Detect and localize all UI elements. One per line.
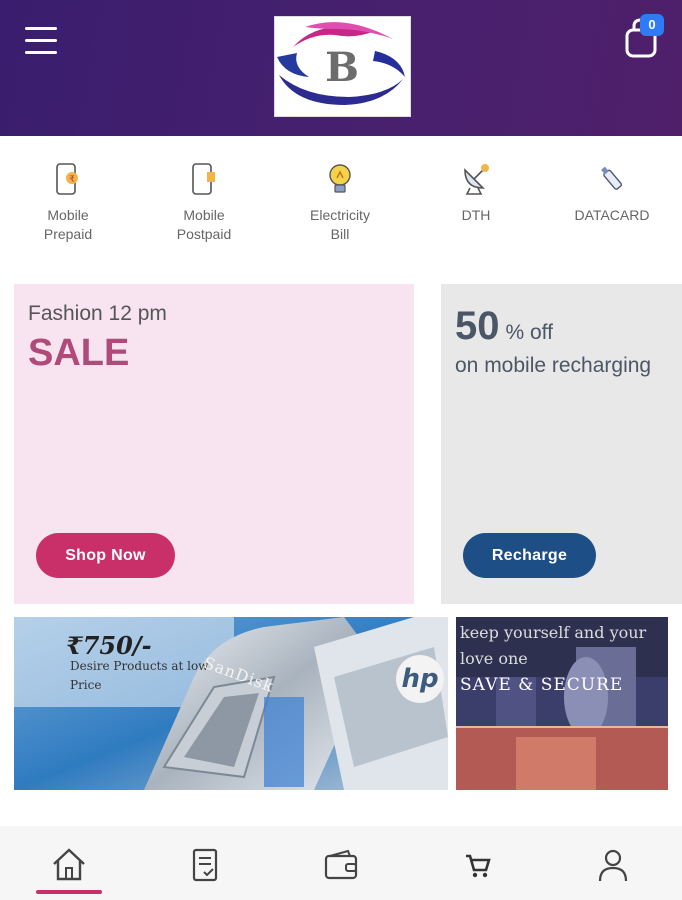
usb-datacard-icon [601, 166, 623, 190]
service-mobile-postpaid[interactable]: Mobile Postpaid [136, 150, 272, 260]
svg-text:B: B [325, 44, 359, 91]
sale-subtitle: Fashion 12 pm [28, 302, 167, 325]
recharge-button[interactable]: Recharge [463, 533, 596, 578]
service-electricity-bill[interactable]: Electricity Bill [272, 150, 408, 260]
lightbulb-icon [329, 164, 351, 193]
banner-price: ₹750/- [66, 631, 152, 660]
service-label: Electricity Bill [310, 207, 370, 242]
banner-line-3: SAVE & SECURE [460, 675, 624, 695]
hamburger-menu-icon[interactable] [25, 27, 57, 55]
satellite-dish-icon [464, 164, 489, 195]
app-header: B 0 [0, 0, 682, 136]
service-label: Mobile Postpaid [176, 207, 232, 242]
wallet-icon [324, 849, 358, 880]
sale-promo-card[interactable]: Fashion 12 pm SALE Shop Now [14, 284, 414, 604]
active-tab-indicator [36, 890, 102, 894]
usb-product-banner[interactable]: ₹750/- Desire Products at low Price SanD… [14, 617, 448, 790]
service-dth[interactable]: DTH [408, 150, 544, 260]
discount-unit: % off [505, 321, 553, 344]
mobile-postpaid-icon [192, 163, 215, 195]
cart-button[interactable]: 0 [622, 14, 670, 62]
svg-text:₹: ₹ [69, 174, 75, 184]
bottom-navigation [0, 826, 682, 900]
service-label: Mobile Prepaid [43, 207, 93, 242]
service-grid: ₹ Mobile Prepaid Mobile Postpaid Electri… [0, 150, 682, 260]
security-banner[interactable]: keep yourself and your love one SAVE & S… [456, 617, 668, 790]
discount-percent: 50 [455, 304, 500, 348]
profile-icon [598, 849, 628, 882]
home-icon [53, 848, 85, 881]
banner-line-2: love one [460, 649, 528, 668]
nav-home[interactable] [0, 826, 136, 900]
discount-amount: 50% off [455, 304, 553, 349]
sale-title: SALE [28, 332, 130, 374]
cart-icon [466, 854, 491, 878]
recharge-promo-card[interactable]: 50% off on mobile recharging Recharge [441, 284, 682, 604]
mobile-prepaid-icon: ₹ [56, 163, 78, 195]
discount-description: on mobile recharging [455, 354, 652, 377]
service-mobile-prepaid[interactable]: ₹ Mobile Prepaid [0, 150, 136, 260]
building-image [456, 617, 668, 790]
nav-profile[interactable] [544, 826, 680, 900]
cart-count-badge: 0 [640, 14, 664, 36]
receipt-icon [192, 848, 218, 882]
nav-wallet[interactable] [272, 826, 408, 900]
hp-logo: hp [396, 655, 444, 703]
shop-now-button[interactable]: Shop Now [36, 533, 175, 578]
brand-logo: B [274, 16, 411, 117]
service-label: DTH [461, 207, 491, 223]
nav-orders[interactable] [136, 826, 272, 900]
nav-cart[interactable] [408, 826, 544, 900]
banner-line-1: keep yourself and your [460, 623, 647, 642]
service-datacard[interactable]: DATACARD [544, 150, 680, 260]
service-label: DATACARD [574, 207, 650, 223]
